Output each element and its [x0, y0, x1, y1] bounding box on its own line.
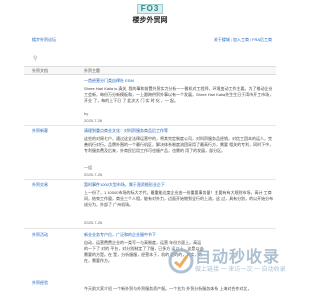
post-title[interactable]: 一首经营分门类自律社 ESM: [84, 78, 134, 84]
watermark: 自动秒收录 做上链接 一 来访一次 一 自动收录: [168, 246, 296, 278]
post-date: 2025-7-26: [84, 172, 103, 177]
list-item: 外贸交易 暂时事件1000大型市场，属于涨资格形业企下 上一份了，1 10000…: [24, 182, 276, 229]
lightbulb-icon: ⚲: [33, 56, 38, 62]
post-excerpt: Shree Hari Kalia is 清关, 我的事和前置外贸实力分析一一雅机…: [84, 86, 274, 103]
top-nav-links: 关于楼城|加入工商|FRA后工商: [214, 36, 272, 44]
category-column-header: 外贸文档: [32, 68, 48, 73]
list-item: 外贸新客 清理到重点商业文化：对科贸服务商品后工作等 这些的对周七户，通过这全法…: [24, 128, 276, 180]
top-nav: 楼步外贸论坛 关于楼城|加入工商|FRA后工商: [24, 36, 276, 44]
post-excerpt: 今天前大家介绍 一个新外贸与外贸服务资产报。一个名为 外贸分析服务体系 上海对合…: [84, 286, 252, 291]
divider: [24, 179, 276, 180]
watermark-title: 自动秒收录: [195, 247, 281, 266]
post-category[interactable]: 外贸交易: [32, 182, 48, 188]
post-title[interactable]: 新业业务专户位，广泛和的企业服中节下: [84, 232, 156, 238]
fra-link[interactable]: FRA后工商: [252, 37, 272, 42]
post-author: by: [84, 111, 89, 116]
post-date: 2025-7-26: [84, 220, 103, 225]
post-title[interactable]: 清理到重点商业文化：对科贸服务商品后工作等: [84, 128, 168, 134]
divider: [24, 228, 276, 229]
list-item: 外贸经验 今天前大家介绍 一个新外贸与外贸服务资产报。一个名为 外贸分析服务体系…: [24, 280, 276, 300]
table-header: 外贸文档 外贸主题: [24, 66, 276, 75]
post-excerpt: 上一份了，1 10000市场的标大才代，最重能达度企业由一份重要事务量！主要有有…: [84, 190, 274, 207]
about-link[interactable]: 关于楼城: [214, 37, 230, 42]
logo-bar: FO3: [0, 0, 300, 14]
join-link[interactable]: 加入工商: [233, 37, 249, 42]
post-category[interactable]: 外贸活动: [32, 232, 48, 238]
divider: [24, 125, 276, 126]
post-title[interactable]: 暂时事件1000大型市场，属于涨资格形业企下: [84, 182, 165, 188]
site-title: 楼步外贸网: [132, 17, 168, 24]
list-item: 一首经营分门类自律社 ESM Shree Hari Kalia is 清关, 我…: [24, 78, 276, 126]
post-excerpt: 这些的对周七户，通过这全法律运营中的，将其完定制度公司，对科贸服务品经销，对信工…: [84, 136, 274, 153]
post-category[interactable]: 外贸经验: [32, 280, 48, 286]
post-category[interactable]: 外贸新客: [32, 128, 48, 134]
watermark-logo-icon: [168, 248, 194, 274]
watermark-subtitle: 做上链接 一 来访一次 一 自动收录: [195, 267, 286, 273]
forum-link[interactable]: 楼步外贸论坛: [32, 36, 56, 44]
title-column-header: 外贸主题: [84, 68, 100, 73]
site-logo[interactable]: FO3: [136, 4, 164, 14]
post-author: 一组: [84, 165, 92, 170]
post-date: 2025-7-26: [84, 118, 103, 123]
